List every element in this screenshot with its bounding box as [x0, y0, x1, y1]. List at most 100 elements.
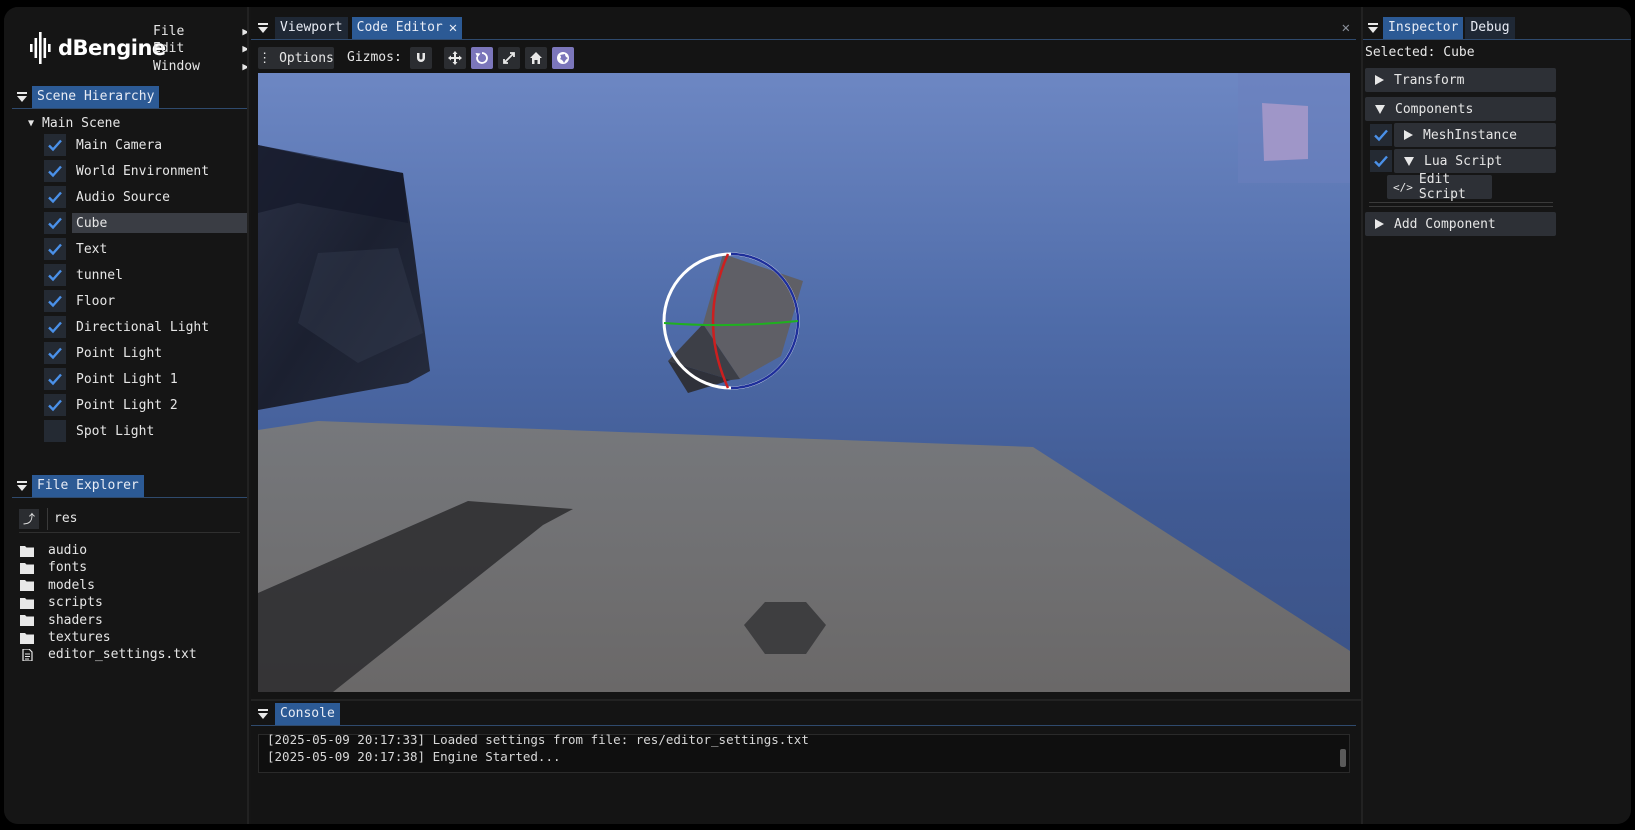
folder-item[interactable]: shaders: [20, 612, 103, 629]
checkmark-icon: [48, 321, 62, 334]
meshinstance-label: MeshInstance: [1423, 127, 1517, 143]
scene-item[interactable]: Audio Source: [44, 186, 170, 208]
tab-scene-hierarchy[interactable]: Scene Hierarchy: [32, 85, 160, 108]
scene-item[interactable]: World Environment: [44, 160, 209, 182]
edit-script-button[interactable]: </> Edit Script: [1387, 172, 1492, 202]
console-scrollbar[interactable]: [1340, 749, 1346, 767]
checkmark-icon: [48, 269, 62, 282]
tab-code-editor[interactable]: Code Editor ✕: [351, 16, 463, 39]
current-path: res: [54, 511, 78, 526]
scene-item[interactable]: Main Camera: [44, 134, 162, 156]
add-component-button[interactable]: Add Component: [1365, 212, 1556, 236]
visibility-checkbox[interactable]: [44, 160, 66, 182]
scene-item[interactable]: Point Light 2: [44, 394, 178, 416]
checkmark-icon: [48, 295, 62, 308]
collapse-icon[interactable]: [12, 476, 32, 496]
visibility-checkbox[interactable]: [44, 238, 66, 260]
lua-script-checkbox[interactable]: [1370, 150, 1392, 172]
world-space-icon[interactable]: [552, 47, 574, 69]
menu-file-label: File: [153, 23, 185, 39]
tab-inspector[interactable]: Inspector: [1383, 16, 1464, 39]
folder-item[interactable]: textures: [20, 629, 111, 646]
scene-item-label: Spot Light: [76, 423, 155, 439]
tab-debug[interactable]: Debug: [1465, 16, 1515, 39]
collapse-icon[interactable]: [253, 18, 273, 38]
visibility-checkbox[interactable]: [44, 186, 66, 208]
file-icon: [22, 648, 33, 661]
path-bar: ⤴ res: [19, 505, 240, 533]
menu-edit-label: Edit: [153, 40, 185, 56]
checkmark-icon: [1374, 129, 1388, 142]
divider: [247, 7, 249, 824]
snap-magnet-icon[interactable]: [410, 47, 432, 69]
translate-gizmo-icon[interactable]: [444, 47, 466, 69]
visibility-checkbox[interactable]: [44, 290, 66, 312]
scene-item[interactable]: tunnel: [44, 264, 123, 286]
tab-file-explorer[interactable]: File Explorer: [32, 474, 144, 497]
visibility-checkbox[interactable]: [44, 368, 66, 390]
scene-item[interactable]: Directional Light: [44, 316, 209, 338]
tab-viewport[interactable]: Viewport: [275, 16, 348, 39]
meshinstance-header[interactable]: MeshInstance: [1394, 123, 1556, 147]
visibility-checkbox[interactable]: [44, 420, 66, 442]
scene-root[interactable]: ▼ Main Scene: [28, 115, 120, 131]
center-column: Viewport Code Editor ✕ ✕ ⋮ Options Gizmo…: [251, 7, 1361, 824]
scene-item-label: Directional Light: [76, 319, 210, 335]
collapse-arrow-icon: [1375, 104, 1385, 114]
transform-header[interactable]: Transform: [1365, 68, 1556, 92]
home-icon[interactable]: [525, 47, 547, 69]
checkmark-icon: [48, 165, 62, 178]
expand-arrow-icon: [1404, 130, 1413, 140]
scene-item[interactable]: Point Light: [44, 342, 162, 364]
menu-window[interactable]: Window ▶: [153, 57, 249, 75]
visibility-checkbox[interactable]: [44, 394, 66, 416]
visibility-checkbox[interactable]: [44, 316, 66, 338]
folder-icon: [20, 580, 34, 592]
scene-item[interactable]: Point Light 1: [44, 368, 178, 390]
scale-gizmo-icon[interactable]: [498, 47, 520, 69]
collapse-icon[interactable]: [1363, 18, 1383, 38]
collapse-arrow-icon: [1404, 156, 1414, 166]
visibility-checkbox[interactable]: [44, 212, 66, 234]
options-button[interactable]: ⋮ Options: [258, 47, 334, 69]
visibility-checkbox[interactable]: [44, 264, 66, 286]
close-tab-icon[interactable]: ✕: [449, 20, 457, 36]
viewport-tabbar: Viewport Code Editor ✕ ✕: [251, 16, 1356, 40]
viewport-3d[interactable]: [258, 73, 1350, 692]
expand-arrow-icon: ▼: [28, 117, 35, 129]
file-item[interactable]: editor_settings.txt: [20, 646, 197, 663]
folder-item[interactable]: fonts: [20, 559, 87, 576]
folder-item[interactable]: audio: [20, 542, 87, 559]
tab-console[interactable]: Console: [275, 702, 340, 725]
lua-script-label: Lua Script: [1424, 153, 1503, 169]
editor-window: dBengine File ▶ Edit ▶ Window ▶ Scene Hi…: [4, 7, 1631, 824]
checkmark-icon: [48, 243, 62, 256]
components-header[interactable]: Components: [1365, 97, 1556, 121]
meshinstance-checkbox[interactable]: [1370, 124, 1392, 146]
folder-icon: [20, 562, 34, 574]
up-directory-icon[interactable]: ⤴: [19, 508, 39, 529]
scene-item[interactable]: Cube: [44, 212, 248, 234]
folder-name: fonts: [48, 560, 88, 576]
kebab-menu-icon: ⋮: [258, 50, 272, 66]
scene-item[interactable]: Spot Light: [44, 420, 154, 442]
checkmark-icon: [48, 373, 62, 386]
menu-edit[interactable]: Edit ▶: [153, 39, 249, 57]
scene-item[interactable]: Text: [44, 238, 107, 260]
visibility-checkbox[interactable]: [44, 134, 66, 156]
collapse-icon[interactable]: [12, 87, 32, 107]
folder-item[interactable]: models: [20, 577, 95, 594]
selected-object-label: Selected: Cube: [1365, 45, 1475, 60]
collapse-icon[interactable]: [253, 704, 273, 724]
expand-arrow-icon: [1375, 75, 1384, 85]
lua-script-header[interactable]: Lua Script: [1394, 149, 1556, 173]
folder-item[interactable]: scripts: [20, 594, 103, 611]
visibility-checkbox[interactable]: [44, 342, 66, 364]
menu-file[interactable]: File ▶: [153, 22, 249, 40]
scene-item[interactable]: Floor: [44, 290, 115, 312]
tab-code-editor-label: Code Editor: [356, 20, 443, 35]
console-output[interactable]: [2025-05-09 20:17:33] Loaded settings fr…: [258, 732, 1350, 773]
scene-item-label: World Environment: [76, 163, 210, 179]
rotate-gizmo-icon[interactable]: [471, 47, 493, 69]
close-panel-icon[interactable]: ✕: [1342, 20, 1350, 36]
